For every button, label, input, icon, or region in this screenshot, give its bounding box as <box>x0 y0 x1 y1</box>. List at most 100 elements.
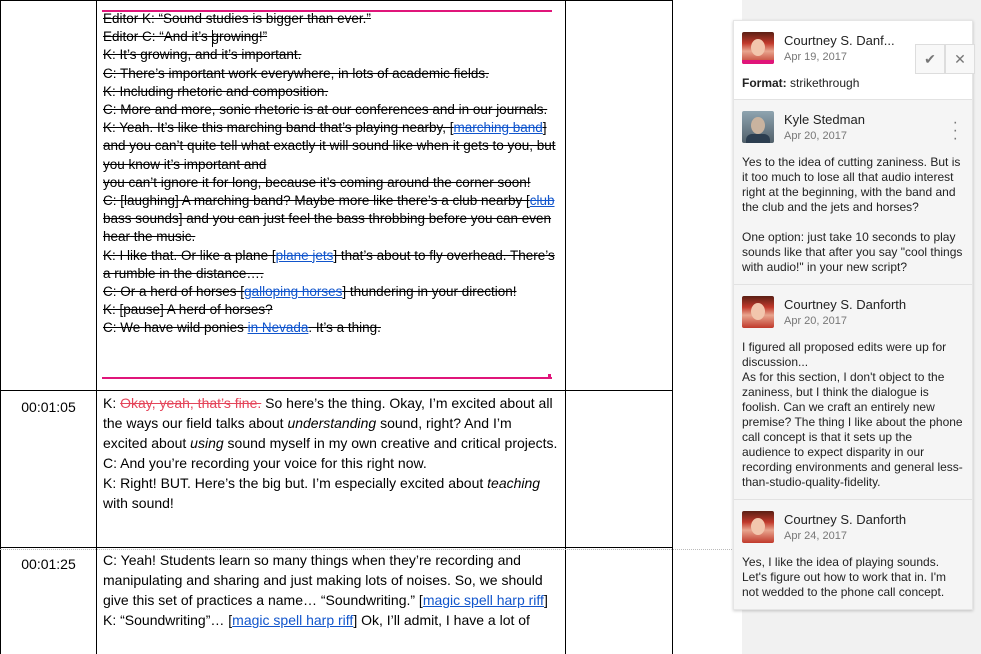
script-text: C: [laughing] A marching band? Maybe mor… <box>103 193 530 209</box>
script-line: K: I like that. Or like a plane [plane j… <box>103 247 559 283</box>
comment-entry: Courtney S. Danforth Apr 20, 2017 I figu… <box>734 284 972 499</box>
script-line: C: And you’re recording your voice for t… <box>103 453 559 473</box>
script-text: Okay, yeah, that’s fine. <box>120 395 262 411</box>
script-table: Editor K: “Sound studies is bigger than … <box>0 0 673 654</box>
text-cursor <box>212 30 213 47</box>
script-text: ] Ok, I’ll admit, I have a lot of <box>353 612 530 628</box>
script-line: K: It’s growing, and it’s important. <box>103 46 559 64</box>
script-text: bass sounds] and you can just feel the b… <box>103 211 552 245</box>
script-text: ] thundering in your direction! <box>342 284 517 300</box>
close-icon: ✕ <box>954 51 966 67</box>
more-vert-icon[interactable]: · · · <box>953 115 958 147</box>
comment-highlight-bottom <box>102 377 552 379</box>
script-line: K: “Soundwriting”… [magic spell harp rif… <box>103 610 559 630</box>
sound-link[interactable]: marching band <box>453 120 542 135</box>
script-cell[interactable]: C: Yeah! Students learn so many things w… <box>96 547 566 654</box>
script-text: Editor C: “And it’s growing!” <box>103 29 268 45</box>
script-line: K: [pause] A herd of horses? <box>103 301 559 319</box>
script-line: K: Right! BUT. Here’s the big but. I’m e… <box>103 473 559 513</box>
script-text: C: There’s important work everywhere, in… <box>103 65 489 81</box>
comment-date: Apr 19, 2017 <box>784 51 847 63</box>
page-break-line <box>0 549 742 550</box>
script-line: C: Or a herd of horses [galloping horses… <box>103 283 559 301</box>
script-text: ] <box>543 592 548 608</box>
sound-link[interactable]: plane jets <box>276 248 334 263</box>
comment-paragraph: One option: just take 10 seconds to play… <box>742 230 963 274</box>
comment-date: Apr 20, 2017 <box>784 315 847 327</box>
script-text: understanding <box>287 415 377 431</box>
comment-entry: Courtney S. Danforth Apr 24, 2017 Yes, I… <box>734 499 972 609</box>
script-text: using <box>190 435 224 451</box>
script-line: K: Yeah. It’s like this marching band th… <box>103 119 559 174</box>
script-line: K: Okay, yeah, that’s fine. So here’s th… <box>103 393 559 453</box>
comment-author: Courtney S. Danforth <box>784 297 907 312</box>
comment-body: I figured all proposed edits were up for… <box>742 340 964 490</box>
script-line: C: There’s important work everywhere, in… <box>103 65 559 83</box>
avatar <box>742 296 774 328</box>
reject-button[interactable]: ✕ <box>945 44 975 74</box>
comment-body: Yes to the idea of cutting zaniness. But… <box>742 155 964 275</box>
sound-link[interactable]: in Nevada <box>248 320 309 335</box>
comment-paragraph: Yes to the idea of cutting zaniness. But… <box>742 155 961 214</box>
script-text: sound myself in my own creative and crit… <box>223 435 558 451</box>
timestamp-cell <box>0 0 97 391</box>
comment-thread[interactable]: Courtney S. Danf... Apr 19, 2017 ✔ ✕ For… <box>733 20 975 610</box>
table-row: Editor K: “Sound studies is bigger than … <box>0 0 673 391</box>
comment-card[interactable]: Courtney S. Danf... Apr 19, 2017 ✔ ✕ For… <box>733 20 975 610</box>
script-text: K: Right! BUT. Here’s the big but. I’m e… <box>103 475 488 491</box>
script-text: C: We have wild ponies <box>103 320 248 336</box>
comment-entry: Courtney S. Danf... Apr 19, 2017 ✔ ✕ For… <box>734 21 975 99</box>
comment-entry: Kyle Stedman Apr 20, 2017 · · · Yes to the… <box>734 99 972 284</box>
comment-highlight-end <box>548 374 551 379</box>
avatar <box>742 32 774 64</box>
format-value: strikethrough <box>786 76 860 90</box>
comment-author: Kyle Stedman <box>784 112 865 127</box>
script-line: C: More and more, sonic rhetoric is at o… <box>103 101 559 119</box>
script-text: C: More and more, sonic rhetoric is at o… <box>103 102 548 118</box>
sound-link[interactable]: club <box>530 193 555 208</box>
script-text: K: Including rhetoric and composition. <box>103 83 329 99</box>
script-text: you can’t ignore it for long, because it… <box>103 174 531 190</box>
sound-link[interactable]: magic spell harp riff <box>423 592 544 608</box>
script-line: Editor C: “And it’s growing!” <box>103 28 559 46</box>
table-row: 00:01:25 C: Yeah! Students learn so many… <box>0 547 673 654</box>
comment-date: Apr 24, 2017 <box>784 530 847 542</box>
avatar <box>742 111 774 143</box>
script-text: . It’s a thing. <box>308 320 381 336</box>
notes-cell[interactable] <box>565 547 673 654</box>
comment-paragraph: I figured all proposed edits were up for… <box>742 340 963 489</box>
sound-link[interactable]: magic spell harp riff <box>232 612 353 628</box>
comment-date: Apr 20, 2017 <box>784 130 847 142</box>
resolve-button[interactable]: ✔ <box>915 44 945 74</box>
avatar <box>742 511 774 543</box>
script-line: K: Including rhetoric and composition. <box>103 83 559 101</box>
script-text: teaching <box>487 475 541 491</box>
script-text: Editor K: “Sound studies is bigger than … <box>103 11 371 26</box>
script-line: you can’t ignore it for long, because it… <box>103 174 559 192</box>
comment-paragraph: Yes, I like the idea of playing sounds. … <box>742 555 947 599</box>
format-label: Format: <box>742 76 787 90</box>
comment-highlight-top <box>102 10 552 12</box>
script-text: K: “Soundwriting”… [ <box>103 612 233 628</box>
sound-link[interactable]: galloping horses <box>244 284 342 299</box>
table-row: 00:01:05 K: Okay, yeah, that’s fine. So … <box>0 390 673 548</box>
script-line: C: We have wild ponies in Nevada. It’s a… <box>103 319 559 337</box>
comment-author: Courtney S. Danforth <box>784 512 907 527</box>
comment-author: Courtney S. Danf... <box>784 33 895 48</box>
script-text: with sound! <box>103 495 174 511</box>
script-text: C: Or a herd of horses [ <box>103 284 245 300</box>
comment-body: Yes, I like the idea of playing sounds. … <box>742 555 964 600</box>
script-line: Editor K: “Sound studies is bigger than … <box>103 10 559 28</box>
timestamp-cell: 00:01:05 <box>0 390 97 548</box>
notes-cell[interactable] <box>565 390 673 548</box>
notes-cell[interactable] <box>565 0 673 391</box>
checkmark-icon: ✔ <box>924 51 936 67</box>
script-text: K: I like that. Or like a plane [ <box>103 247 276 263</box>
script-cell[interactable]: K: Okay, yeah, that’s fine. So here’s th… <box>96 390 566 548</box>
script-cell[interactable]: Editor K: “Sound studies is bigger than … <box>96 0 566 391</box>
script-line: C: [laughing] A marching band? Maybe mor… <box>103 192 559 247</box>
script-line: C: Yeah! Students learn so many things w… <box>103 550 559 610</box>
document-canvas[interactable]: Editor K: “Sound studies is bigger than … <box>0 0 742 654</box>
script-text: K: <box>103 395 121 411</box>
timestamp-cell: 00:01:25 <box>0 547 97 654</box>
